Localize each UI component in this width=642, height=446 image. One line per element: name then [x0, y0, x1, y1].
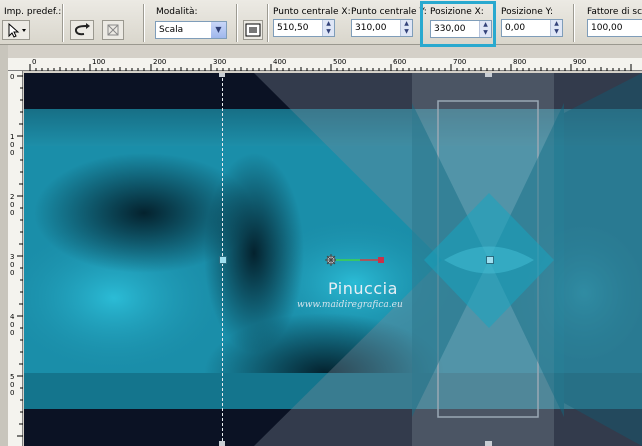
ruler-tick-label: 500 — [333, 58, 347, 66]
separator — [573, 4, 575, 42]
scale-factor-value: 100,00 — [591, 23, 623, 33]
ruler-tick-label: 5 0 0 — [10, 373, 15, 397]
separator — [236, 4, 238, 42]
scale-factor-label: Fattore di sc — [587, 7, 642, 17]
ruler-tick-label: 3 0 0 — [10, 253, 15, 277]
vertical-ruler[interactable]: 0 1 0 0 2 0 0 3 0 0 4 0 0 5 0 0 — [8, 71, 23, 446]
film-frame-icon — [245, 23, 261, 37]
handle-top[interactable] — [219, 73, 225, 77]
image-canvas[interactable]: Pinuccia www.maidiregrafica.eu — [24, 73, 642, 446]
position-y-input[interactable]: 0,00 ▲ ▼ — [501, 19, 563, 37]
center-y-value: 310,00 — [355, 23, 387, 33]
center-y-label: Punto centrale Y: — [351, 7, 427, 17]
handle-bottom[interactable] — [219, 441, 225, 446]
center-y-input[interactable]: 310,00 ▲ ▼ — [351, 19, 413, 37]
position-y-stepper[interactable]: ▲ ▼ — [550, 20, 562, 36]
handle-left[interactable] — [219, 256, 227, 264]
position-x-highlight — [420, 1, 496, 47]
ruler-tick-label: 700 — [453, 58, 467, 66]
watermark-url: www.maidiregrafica.eu — [297, 300, 403, 310]
clear-button[interactable] — [102, 20, 124, 40]
left-panel-edge — [0, 45, 8, 446]
handle-bottom-right[interactable] — [485, 441, 492, 446]
pointer-icon — [8, 22, 26, 38]
preset-label: Imp. predef.: — [4, 7, 62, 17]
separator — [143, 4, 145, 42]
center-x-stepper[interactable]: ▲ ▼ — [322, 20, 334, 36]
preset-dropdown[interactable] — [2, 20, 30, 40]
watermark-title: Pinuccia — [328, 279, 398, 298]
ruler-tick-label: 800 — [513, 58, 527, 66]
ruler-tick-label: 100 — [92, 58, 106, 66]
ruler-tick-label: 600 — [393, 58, 407, 66]
ruler-tick-label: 300 — [213, 58, 227, 66]
separator — [62, 4, 64, 42]
mode-label: Modalità: — [156, 7, 198, 17]
handle-top-right[interactable] — [485, 73, 492, 77]
center-x-label: Punto centrale X: — [273, 7, 351, 17]
ruler-tick-label: 200 — [153, 58, 167, 66]
ruler-tick-label: 400 — [273, 58, 287, 66]
ruler-tick-label: 900 — [573, 58, 587, 66]
mode-value: Scala — [159, 25, 184, 35]
ruler-tick-label: 2 0 0 — [10, 193, 15, 217]
ruler-tick-label: 4 0 0 — [10, 313, 15, 337]
mode-select[interactable]: Scala ▼ — [155, 21, 227, 39]
chevron-down-icon[interactable]: ▼ — [211, 22, 226, 38]
ruler-tick-label: 0 — [10, 73, 15, 81]
handle-right[interactable] — [486, 256, 494, 264]
undo-arrow-icon — [74, 23, 90, 36]
ruler-tick-label: 0 — [32, 58, 37, 66]
center-x-input[interactable]: 510,50 ▲ ▼ — [273, 19, 335, 37]
rotation-handle[interactable] — [324, 253, 384, 267]
position-y-label: Posizione Y: — [501, 7, 553, 17]
center-y-stepper[interactable]: ▲ ▼ — [400, 20, 412, 36]
separator — [267, 4, 269, 42]
position-y-value: 0,00 — [505, 23, 526, 33]
clear-icon — [107, 24, 119, 36]
reset-button[interactable] — [70, 20, 94, 40]
tool-options-bar: Imp. predef.: Modalità: Scala ▼ Punto ce… — [0, 0, 642, 45]
center-x-value: 510,50 — [277, 23, 309, 33]
scale-factor-input[interactable]: 100,00 — [587, 19, 642, 37]
center-tool-button[interactable] — [243, 20, 263, 40]
ruler-tick-label: 1 0 0 — [10, 133, 15, 157]
horizontal-ruler[interactable]: 0 100 200 300 400 500 600 700 800 900 — [8, 58, 642, 71]
